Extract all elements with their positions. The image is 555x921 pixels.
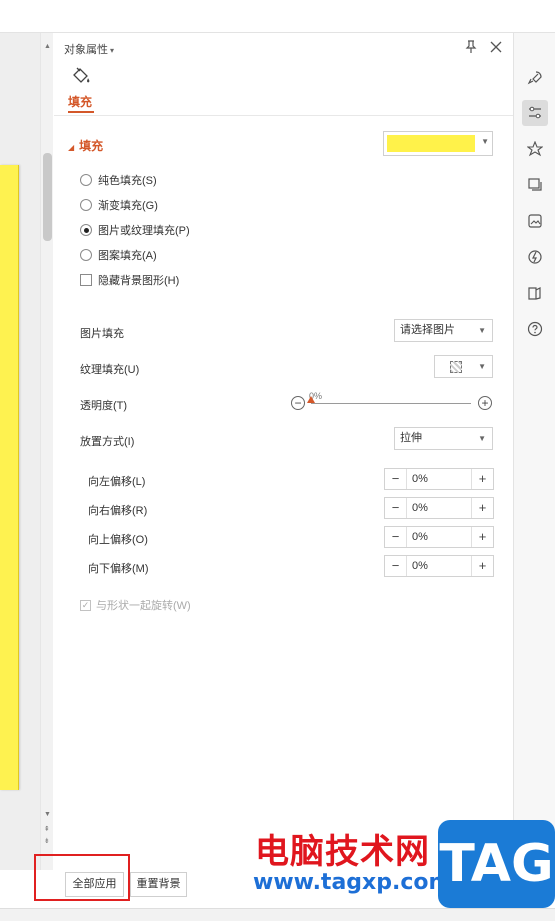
- scroll-next-page[interactable]: ⇟: [44, 838, 50, 846]
- transparency-decrease-button[interactable]: −: [291, 396, 305, 410]
- texture-fill-label: 纹理填充(U): [80, 364, 140, 376]
- image-icon[interactable]: [522, 208, 548, 234]
- decrement-button[interactable]: −: [385, 527, 407, 547]
- transparency-label: 透明度(T): [80, 400, 128, 412]
- fill-color-swatch: [387, 135, 475, 152]
- slideshow-icon[interactable]: [522, 172, 548, 198]
- top-toolbar: [0, 0, 555, 33]
- radio-label: 图片或纹理填充(P): [98, 225, 190, 237]
- divider: [54, 115, 513, 116]
- chevron-down-icon: ▼: [478, 434, 486, 443]
- scroll-down-arrow[interactable]: ▼: [44, 811, 51, 819]
- radio-label: 渐变填充(G): [98, 200, 158, 212]
- transparency-slider-track[interactable]: [311, 403, 471, 404]
- checkbox-rotate-with-shape: ✓ 与形状一起旋转(W): [80, 597, 191, 613]
- radio-pattern-fill[interactable]: 图案填充(A): [80, 247, 157, 263]
- radio-button[interactable]: [80, 199, 92, 211]
- pin-icon[interactable]: [464, 40, 478, 57]
- placement-label: 放置方式(I): [80, 436, 135, 448]
- panel-title[interactable]: 对象属性 ▾: [64, 41, 114, 57]
- offset-right-value[interactable]: 0%: [407, 498, 471, 518]
- scroll-prev-page[interactable]: ⇞: [44, 826, 50, 834]
- chevron-down-icon: ▾: [110, 46, 115, 55]
- chevron-down-icon: ▼: [478, 326, 486, 335]
- slide-canvas[interactable]: [0, 33, 40, 870]
- slide-thumbnail[interactable]: [0, 165, 19, 790]
- lightning-icon[interactable]: [522, 244, 548, 270]
- tab-fill[interactable]: 填充: [68, 93, 92, 110]
- radio-solid-fill[interactable]: 纯色填充(S): [80, 172, 157, 188]
- reset-background-button[interactable]: 重置背景: [130, 872, 187, 897]
- offset-down-value[interactable]: 0%: [407, 556, 471, 576]
- decrement-button[interactable]: −: [385, 498, 407, 518]
- picture-fill-select[interactable]: 请选择图片 ▼: [394, 319, 493, 342]
- offset-up-label: 向上偏移(O): [88, 534, 148, 546]
- offset-down-stepper[interactable]: − 0% +: [384, 555, 494, 577]
- texture-swatch-icon: [450, 361, 462, 373]
- rocket-icon[interactable]: [522, 65, 548, 91]
- watermark-logo: 电脑技术网 www.tagxp.com TAG: [245, 820, 555, 921]
- offset-up-value[interactable]: 0%: [407, 527, 471, 547]
- placement-value: 拉伸: [400, 432, 422, 444]
- object-properties-panel: 对象属性 ▾ 填充 ◢ 填充 ▼ 纯色填充(S) 渐变填充(G) 图片或纹理填充(P…: [54, 33, 513, 870]
- offset-left-value[interactable]: 0%: [407, 469, 471, 489]
- checkbox[interactable]: [80, 274, 92, 286]
- book-icon[interactable]: [522, 280, 548, 306]
- picture-fill-value: 请选择图片: [400, 324, 455, 336]
- radio-picture-texture-fill[interactable]: 图片或纹理填充(P): [80, 222, 190, 238]
- increment-button[interactable]: +: [471, 469, 493, 489]
- offset-left-stepper[interactable]: − 0% +: [384, 468, 494, 490]
- vertical-scrollbar[interactable]: ▲ ▼ ⇞ ⇟: [40, 33, 53, 870]
- offset-right-stepper[interactable]: − 0% +: [384, 497, 494, 519]
- picture-fill-label: 图片填充: [80, 328, 124, 340]
- placement-select[interactable]: 拉伸 ▼: [394, 427, 493, 450]
- fill-color-picker[interactable]: ▼: [383, 131, 493, 156]
- tab-active-indicator: [68, 111, 94, 113]
- decrement-button[interactable]: −: [385, 469, 407, 489]
- radio-label: 纯色填充(S): [98, 175, 157, 187]
- scroll-up-arrow[interactable]: ▲: [44, 43, 51, 51]
- decrement-button[interactable]: −: [385, 556, 407, 576]
- star-icon[interactable]: [522, 136, 548, 162]
- check-icon: ✓: [80, 599, 91, 611]
- highlight-annotation-box: [34, 854, 130, 901]
- increment-button[interactable]: +: [471, 556, 493, 576]
- offset-left-label: 向左偏移(L): [88, 476, 146, 488]
- increment-button[interactable]: +: [471, 498, 493, 518]
- radio-button[interactable]: [80, 174, 92, 186]
- scrollbar-thumb[interactable]: [43, 153, 52, 241]
- paint-bucket-icon[interactable]: [70, 66, 92, 86]
- checkbox-hide-bg-graphics[interactable]: 隐藏背景图形(H): [80, 272, 179, 288]
- fill-section-header[interactable]: ◢ 填充: [68, 137, 103, 154]
- watermark-tag-badge: TAG: [438, 820, 555, 908]
- collapse-triangle-icon: ◢: [68, 143, 75, 152]
- checkbox-label: 与形状一起旋转(W): [96, 600, 191, 612]
- increment-button[interactable]: +: [471, 527, 493, 547]
- watermark-text-cn: 电脑技术网: [255, 832, 430, 872]
- sliders-icon[interactable]: [522, 100, 548, 126]
- transparency-increase-button[interactable]: +: [478, 396, 492, 410]
- offset-up-stepper[interactable]: − 0% +: [384, 526, 494, 548]
- chevron-down-icon: ▼: [481, 137, 489, 146]
- chevron-down-icon: ▼: [478, 362, 486, 371]
- radio-label: 图案填充(A): [98, 250, 157, 262]
- radio-button[interactable]: [80, 224, 92, 236]
- help-icon[interactable]: [522, 316, 548, 342]
- texture-fill-select[interactable]: ▼: [434, 355, 493, 378]
- panel-title-text: 对象属性: [64, 44, 108, 56]
- fill-section-title: 填充: [79, 139, 104, 153]
- right-sidebar: [513, 33, 555, 870]
- radio-button[interactable]: [80, 249, 92, 261]
- watermark-url: www.tagxp.com: [253, 870, 452, 895]
- offset-down-label: 向下偏移(M): [88, 563, 149, 575]
- transparency-slider-handle[interactable]: [307, 396, 315, 403]
- offset-right-label: 向右偏移(R): [88, 505, 148, 517]
- close-icon[interactable]: [489, 40, 503, 57]
- radio-gradient-fill[interactable]: 渐变填充(G): [80, 197, 158, 213]
- checkbox-label: 隐藏背景图形(H): [98, 275, 180, 287]
